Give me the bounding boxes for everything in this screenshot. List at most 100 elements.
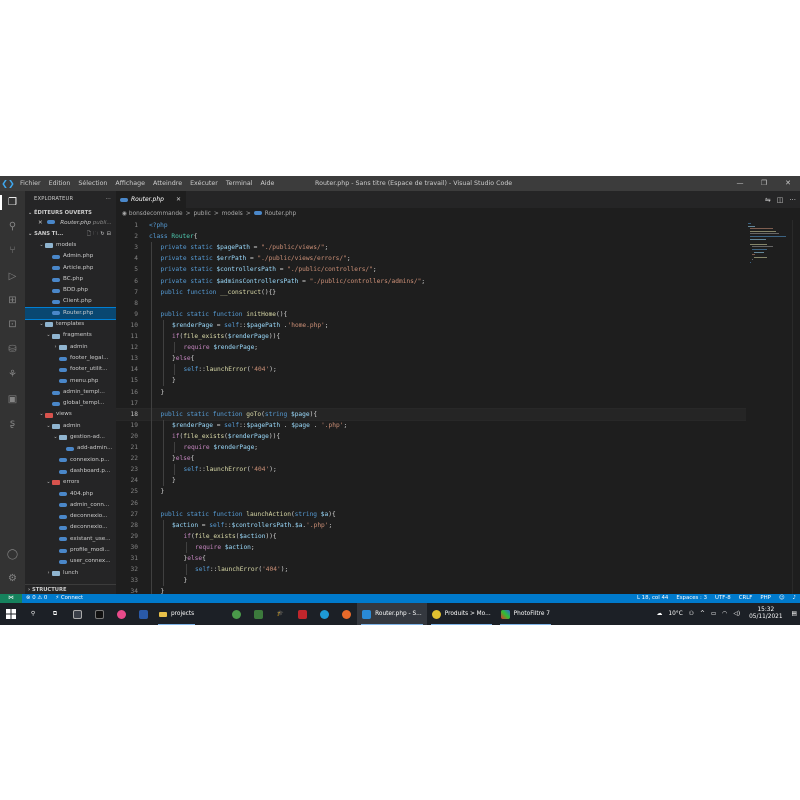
code-line[interactable]: 1 <?php [116,220,746,231]
settings-gear-icon[interactable]: ⚙ [5,571,20,586]
status-item[interactable]: UTF-8 [711,594,735,603]
status-item[interactable]: PHP [756,594,775,603]
tree-file[interactable]: existant_use... [25,534,116,545]
breadcrumb-item[interactable]: bonsdecommande [129,211,183,217]
tree-folder[interactable]: ⌄ fragments [25,330,116,341]
menu-item-terminal[interactable]: Terminal [222,176,257,191]
files-icon[interactable]: ❐ [0,195,20,210]
code-line[interactable]: 5 private static $controllersPath = "./pu… [116,264,746,275]
code-line[interactable]: 17 [116,398,746,409]
search-icon[interactable]: ⚲ [5,219,20,234]
account-icon[interactable]: ◯ [5,547,20,562]
edge-icon[interactable] [313,603,335,625]
minimize-icon[interactable]: — [728,176,752,191]
code-line[interactable]: 21 require $renderPage; [116,442,746,453]
minimap[interactable] [746,220,792,594]
breadcrumb-item[interactable]: public [193,211,210,217]
tree-file[interactable]: deconnexio... [25,522,116,533]
code-line[interactable]: 14 self::launchError('404'); [116,364,746,375]
notifications-bell-icon[interactable]: ♪ [789,594,800,603]
breadcrumb-item[interactable]: models [222,211,243,217]
tree-file[interactable]: Client.php [25,296,116,307]
code-line[interactable]: 27 public static function launchAction(st… [116,509,746,520]
feedback-icon[interactable]: ☺ [775,594,789,603]
menu-item-affichage[interactable]: Affichage [111,176,149,191]
code-line[interactable]: 13}else{ [116,353,746,364]
people-icon[interactable]: ⚇ [686,611,697,617]
extensions-icon[interactable]: ⊞ [5,293,20,308]
clock[interactable]: 15:32 05/11/2021 [743,607,788,621]
tree-file[interactable]: BC.php [25,274,116,285]
tree-file[interactable]: menu.php [25,376,116,387]
tree-file[interactable]: global_templ... [25,398,116,409]
tree-file[interactable]: footer_legal... [25,353,116,364]
code-line[interactable]: 12 require $renderPage; [116,342,746,353]
remote-icon[interactable]: ⊡ [5,317,20,332]
preview-icon[interactable]: ▣ [5,392,20,407]
open-editor-item[interactable]: ✕ Router.php publi... [25,218,116,229]
firefox-icon[interactable] [335,603,357,625]
menu-item-atteindre[interactable]: Atteindre [149,176,186,191]
more-icon[interactable]: ··· [105,191,111,208]
code-line[interactable]: 11 if(file_exists($renderPage)){ [116,331,746,342]
tree-file[interactable]: deconnexio... [25,511,116,522]
chevron-up-icon[interactable]: ^ [697,611,708,617]
code-line[interactable]: 34} [116,586,746,594]
tree-file[interactable]: admin_conn... [25,500,116,511]
code-line[interactable]: 31}else{ [116,553,746,564]
remote-indicator-icon[interactable]: ⋈ [0,594,22,603]
close-icon[interactable]: ✕ [38,220,43,226]
tree-folder[interactable]: ⌄ errors [25,477,116,488]
node-icon[interactable] [225,603,247,625]
editor-scrollbar[interactable] [792,220,800,594]
weather-temp[interactable]: 10°C [665,611,685,617]
notifications-icon[interactable]: ▤ [789,611,800,617]
code-line[interactable]: 28 $action = self::$controllersPath.$a.'.… [116,520,746,531]
code-line[interactable]: 18 public static function goTo(string $pa… [116,407,746,421]
tree-file[interactable]: profile_modi... [25,545,116,556]
maximize-icon[interactable]: ❐ [752,176,776,191]
weather-icon[interactable]: ☁ [654,611,666,617]
tree-file[interactable]: connexion.p... [25,455,116,466]
workspace-section[interactable]: ⌄ SANS TI... 🗋🗀↻⊟ [25,229,116,240]
code-line[interactable]: 23 self::launchError('404'); [116,464,746,475]
code-line[interactable]: 25} [116,486,746,497]
network-icon[interactable]: ▭ [708,611,719,617]
code-editor[interactable]: 1 <?php 2 class Router{3 private static $pag… [116,220,746,594]
tree-folder[interactable]: › admin [25,342,116,353]
paint-app-icon[interactable] [110,603,132,625]
menu-item-edition[interactable]: Edition [45,176,75,191]
open-editors-section[interactable]: ⌄ ÉDITEURS OUVERTS [25,208,116,218]
breadcrumb-item[interactable]: Router.php [265,211,297,217]
terminal-icon[interactable] [88,603,110,625]
task-view-icon[interactable]: ⧉ [44,603,66,625]
code-line[interactable]: 9 public static function initHome(){ [116,309,746,320]
code-line[interactable]: 6 private static $adminsControllersPath =… [116,276,746,287]
database-icon[interactable]: ⛁ [5,342,20,357]
code-line[interactable]: 29 if(file_exists($action)){ [116,531,746,542]
connect-status[interactable]: ⚡ Connect [51,594,87,603]
close-tab-icon[interactable]: ✕ [176,196,181,203]
wifi-icon[interactable]: ◠ [719,611,730,617]
code-line[interactable]: 4 private static $errPath = "./public/vie… [116,253,746,264]
problems-indicator[interactable]: ⊗ 0 ⚠ 0 [22,594,51,603]
code-line[interactable]: 33} [116,575,746,586]
file-manager-icon[interactable] [66,603,88,625]
more-actions-icon[interactable]: ··· [789,196,796,204]
tree-folder[interactable]: ⌄ templates [25,319,116,330]
code-line[interactable]: 16} [116,387,746,398]
code-line[interactable]: 30 require $action; [116,542,746,553]
menu-item-exécuter[interactable]: Exécuter [186,176,222,191]
tree-file[interactable]: footer_utilit... [25,364,116,375]
code-line[interactable]: 2 class Router{ [116,231,746,242]
code-line[interactable]: 26 [116,498,746,509]
close-icon[interactable]: ✕ [776,176,800,191]
powershell-icon[interactable] [132,603,154,625]
taskbar-app-chrome[interactable]: Produits > Mo... [427,603,496,625]
graduation-icon[interactable]: 🎓 [269,603,291,625]
status-item[interactable]: CRLF [735,594,757,603]
tree-folder[interactable]: ⌄ admin [25,421,116,432]
status-item[interactable]: Espaces : 3 [672,594,711,603]
tree-file[interactable]: Article.php [25,263,116,274]
tree-folder[interactable]: › lunch [25,568,116,579]
